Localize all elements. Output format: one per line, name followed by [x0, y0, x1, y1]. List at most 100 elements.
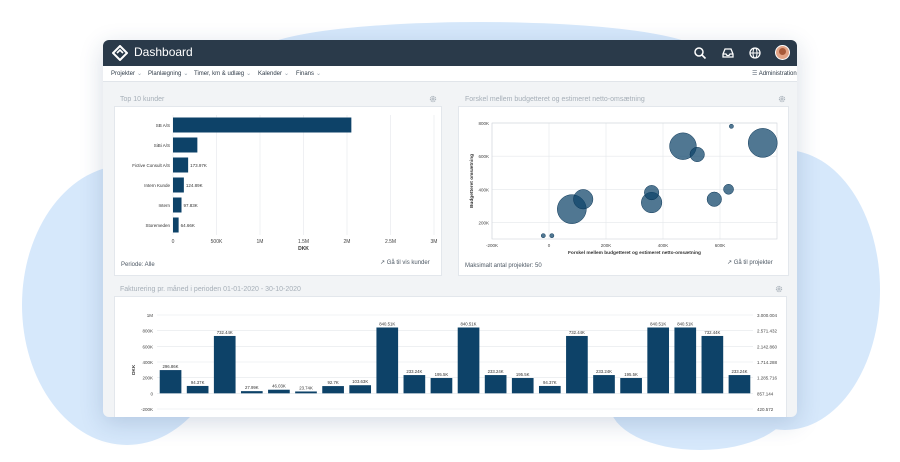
- category-label: SiBi A/S: [154, 143, 170, 148]
- administration-menu[interactable]: ☰ Administration: [752, 70, 797, 77]
- budget-estimate-chart: 200K 400K 600K 800K -200K 0 200K 400K 600K Forske…: [469, 121, 778, 256]
- data-label: 732.44K: [704, 330, 720, 335]
- x-tick-label: 1.5M: [298, 239, 309, 245]
- chevron-down-icon: ⌄: [183, 71, 189, 77]
- bubble: [706, 191, 722, 207]
- inbox-icon[interactable]: [721, 46, 735, 60]
- bubble: [723, 184, 734, 195]
- budget-estimate-title: Forskel mellem budgetteret og estimeret …: [465, 96, 645, 103]
- bar: [268, 389, 290, 394]
- bar: [322, 386, 344, 394]
- data-label: 94.37K: [543, 380, 557, 385]
- y-tick-label: 400K: [142, 360, 153, 365]
- chevron-down-icon: ⌄: [316, 71, 322, 77]
- menu-item-planlaegning[interactable]: Planlægning ⌄: [148, 70, 188, 77]
- bar: [430, 378, 453, 394]
- category-label: Fictive Consult A/S: [132, 163, 170, 168]
- globe-icon[interactable]: [748, 46, 762, 60]
- x-tick-label: 200K: [601, 243, 612, 248]
- budget-estimate-card: 200K 400K 600K 800K -200K 0 200K 400K 600K Forske…: [458, 106, 789, 276]
- x-tick-label: 3M: [431, 239, 438, 245]
- view-customers-link[interactable]: ↗ Gå til vis kunder: [380, 259, 430, 266]
- dashboard-window: Dashboard Projekter ⌄ Planlægning ⌄ Timer,…: [103, 40, 797, 417]
- bar: [674, 327, 697, 394]
- data-label: 840.51K: [677, 321, 693, 326]
- data-label: 103.63K: [352, 379, 368, 384]
- main-menu: Projekter ⌄ Planlægning ⌄ Timer, km & udlæ…: [103, 66, 797, 82]
- search-icon[interactable]: [693, 46, 707, 60]
- view-customers-link-label: Gå til vis kunder: [386, 260, 430, 266]
- bubble: [540, 233, 546, 238]
- x-tick-label: 2M: [344, 239, 351, 245]
- data-label: 233.24K: [488, 369, 504, 374]
- x-tick-label: 600K: [715, 243, 726, 248]
- title-bar: Dashboard: [103, 40, 797, 66]
- x-tick-label: 1M: [257, 239, 264, 245]
- bar: [349, 385, 372, 394]
- chevron-down-icon: ⌄: [246, 71, 252, 77]
- bar: [376, 327, 399, 394]
- menu-item-kalender[interactable]: Kalender ⌄: [258, 70, 289, 77]
- y2-tick-label: 420.572: [757, 407, 774, 412]
- bar: [457, 327, 480, 394]
- y2-tick-label: 2.571.432: [757, 329, 778, 334]
- menu-item-finans[interactable]: Finans ⌄: [296, 70, 321, 77]
- y-tick-label: 400K: [478, 187, 489, 192]
- menu-item-label: Projekter: [111, 71, 136, 77]
- bar: [173, 137, 198, 153]
- y-tick-label: 200K: [478, 220, 489, 225]
- view-projects-link-label: Gå til projekter: [733, 260, 773, 266]
- chevron-down-icon: ⌄: [137, 71, 143, 77]
- menu-item-projekter[interactable]: Projekter ⌄: [111, 70, 142, 77]
- x-axis-title: Forskel mellem budgetteret og estimeret …: [568, 250, 701, 256]
- bar: [240, 391, 263, 394]
- view-projects-link[interactable]: ↗ Gå til projekter: [727, 259, 773, 266]
- chevron-down-icon: ⌄: [284, 71, 290, 77]
- bubble: [729, 124, 734, 129]
- category-label: Storemeden: [145, 223, 170, 228]
- bubble: [549, 233, 555, 238]
- gear-icon[interactable]: [429, 95, 437, 103]
- data-label: 97.83K: [184, 203, 198, 208]
- data-label: 195.5K: [624, 372, 638, 377]
- invoicing-title: Fakturering pr. måned i perioden 01-01-2…: [120, 286, 301, 293]
- menu-item-label: Planlægning: [148, 71, 182, 77]
- y2-tick-label: 1.714.288: [757, 360, 778, 365]
- menu-item-timer[interactable]: Timer, km & udlæg ⌄: [194, 70, 251, 77]
- bar: [173, 177, 184, 193]
- bar: [566, 335, 588, 394]
- data-label: 195.5K: [516, 372, 530, 377]
- y-tick-label: -200K: [141, 407, 153, 412]
- x-tick-label: 0: [172, 239, 175, 245]
- x-tick-label: 2.5M: [385, 239, 396, 245]
- x-axis-title: DKK: [298, 246, 309, 252]
- data-label: 732.44K: [569, 330, 585, 335]
- data-label: 233.24K: [406, 369, 422, 374]
- y-axis-title: DKK: [131, 364, 137, 375]
- y-axis-title: Budgetteret omsætning: [469, 154, 475, 208]
- x-tick-label: -200K: [486, 243, 498, 248]
- menu-item-label: Finans: [296, 71, 315, 77]
- data-label: 233.24K: [731, 369, 747, 374]
- gear-icon[interactable]: [775, 285, 783, 293]
- bubble: [748, 128, 778, 158]
- y2-tick-label: 1.285.716: [757, 376, 778, 381]
- x-tick-label: 400K: [658, 243, 669, 248]
- y-tick-label: 800K: [142, 329, 153, 334]
- invoicing-card: -200K 420.572 0 857.144 200K 1.285.716 400K 1.7…: [114, 296, 787, 417]
- bar: [701, 335, 724, 394]
- bar: [728, 375, 751, 394]
- bar: [620, 378, 642, 394]
- bar: [593, 375, 615, 394]
- bar: [173, 117, 352, 133]
- data-label: 732.44K: [217, 330, 233, 335]
- avatar[interactable]: [775, 45, 790, 60]
- y-tick-label: 800K: [478, 121, 489, 126]
- data-label: 173.97K: [190, 163, 207, 168]
- data-label: 195.5K: [435, 372, 449, 377]
- gear-icon[interactable]: [778, 95, 786, 103]
- bar: [159, 370, 182, 394]
- app-logo-icon[interactable]: [112, 45, 128, 61]
- bar: [186, 385, 209, 394]
- category-label: Intern: [158, 203, 170, 208]
